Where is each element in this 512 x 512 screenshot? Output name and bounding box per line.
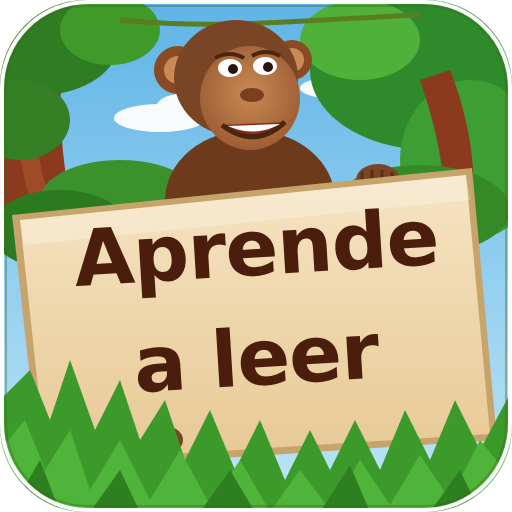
- app-icon[interactable]: Aprende a leer: [0, 0, 512, 512]
